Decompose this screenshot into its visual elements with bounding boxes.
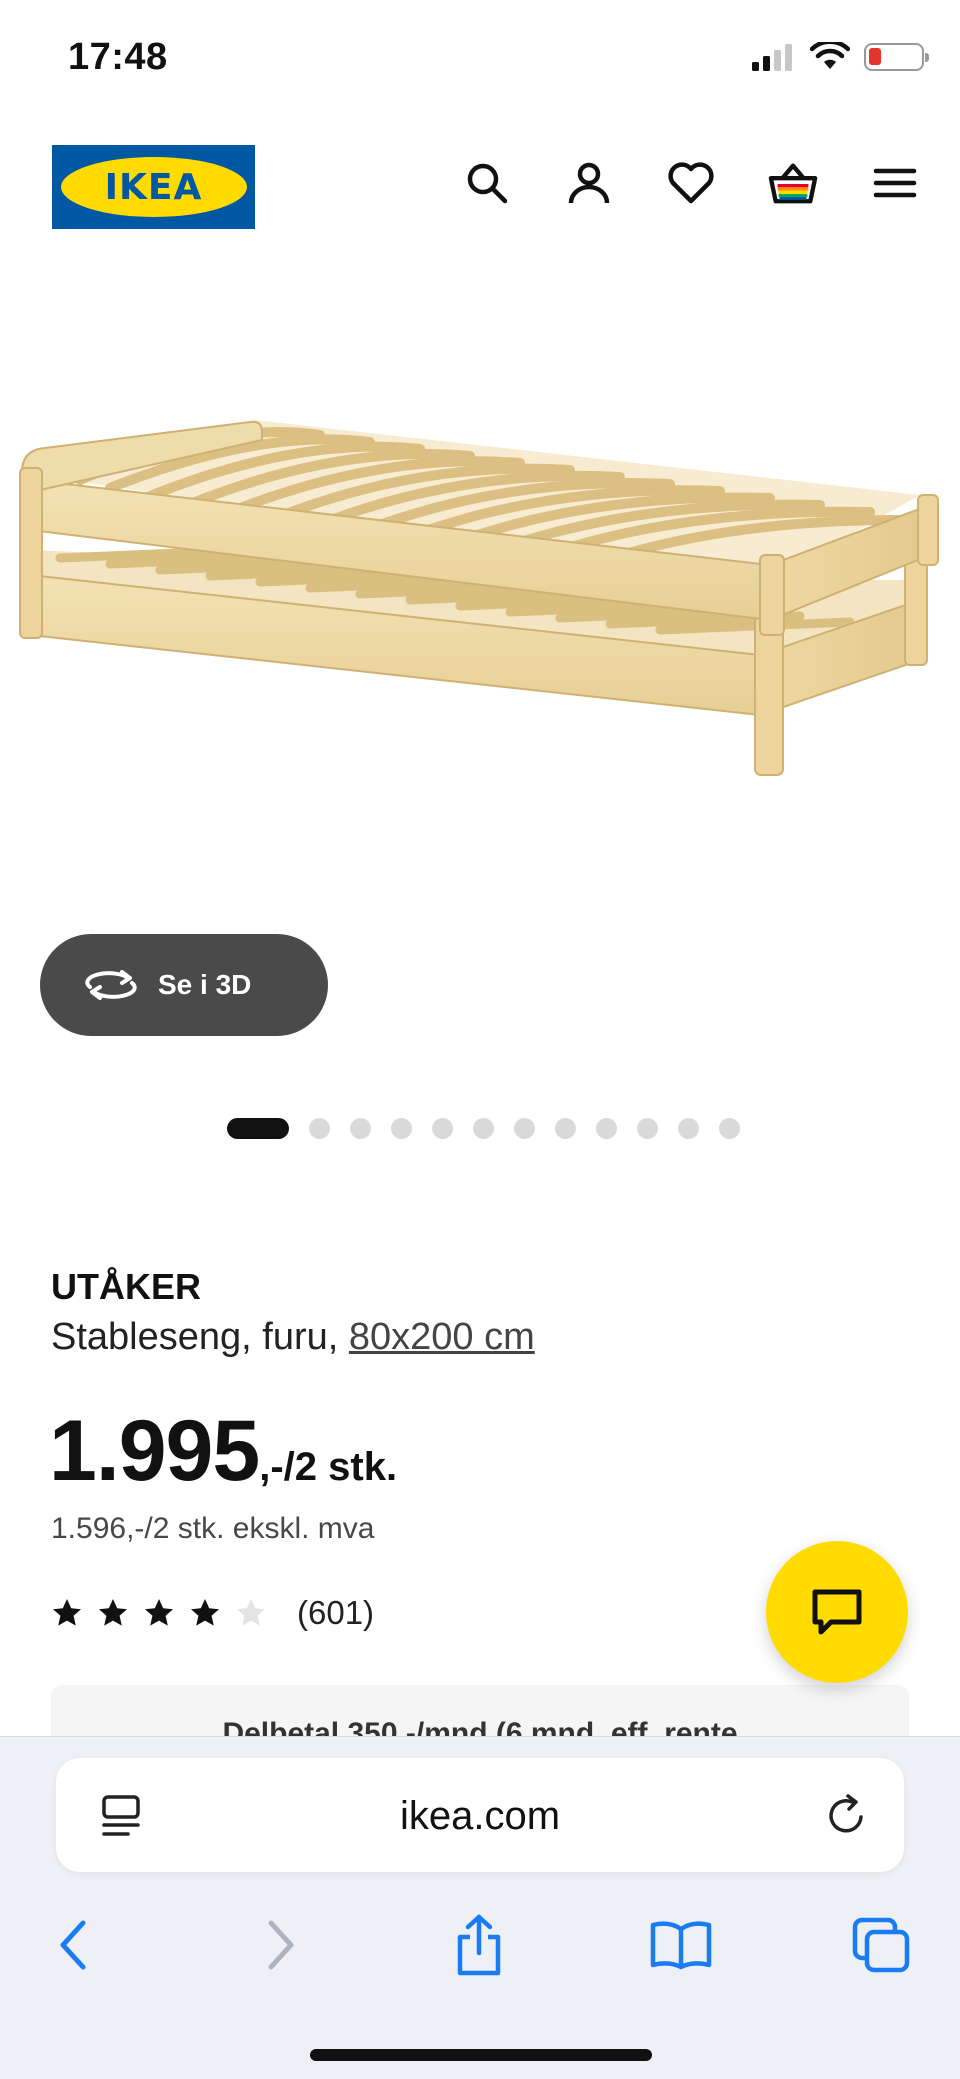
carousel-dot[interactable]: [636, 1118, 658, 1139]
review-count: (601): [297, 1594, 375, 1631]
status-time: 17:48: [68, 36, 168, 78]
view-in-3d-button[interactable]: Se i 3D: [40, 934, 328, 1036]
browser-toolbar: ikea.com: [0, 1736, 960, 2079]
carousel-dot[interactable]: [390, 1118, 412, 1139]
menu-icon: [873, 168, 917, 198]
view-in-3d-label: Se i 3D: [158, 969, 252, 1000]
price-suffix: ,-/2 stk.: [259, 1445, 398, 1489]
carousel-dot[interactable]: [595, 1118, 617, 1139]
star-filled-icon: [191, 1599, 219, 1626]
search-button[interactable]: [462, 158, 512, 208]
carousel-dot[interactable]: [677, 1118, 699, 1139]
forward-button[interactable]: [246, 1905, 316, 1985]
product-size-link[interactable]: 80x200 cm: [349, 1316, 535, 1358]
carousel-dot[interactable]: [431, 1118, 453, 1139]
ikea-logo[interactable]: IKEA: [52, 145, 255, 229]
home-indicator: [310, 2049, 652, 2061]
chat-icon: [812, 1589, 862, 1635]
rating-stars: [51, 1597, 267, 1629]
stacking-bed-image: [19, 420, 939, 776]
carousel-dot[interactable]: [554, 1118, 576, 1139]
status-bar: 17:48: [0, 0, 960, 118]
wifi-icon: [810, 42, 850, 69]
carousel-dot[interactable]: [513, 1118, 535, 1139]
carousel-dot[interactable]: [718, 1118, 740, 1139]
chevron-right-icon: [268, 1920, 294, 1970]
site-header: IKEA: [0, 118, 960, 258]
product-name: UTÅKER: [51, 1266, 201, 1307]
heart-icon: [668, 162, 714, 204]
reload-icon[interactable]: [824, 1792, 870, 1838]
book-icon: [650, 1921, 712, 1970]
address-bar[interactable]: ikea.com: [56, 1758, 904, 1872]
carousel-dot[interactable]: [349, 1118, 371, 1139]
carousel-pagination: [0, 1118, 960, 1139]
price-main: 1.995: [49, 1403, 260, 1499]
bookmarks-button[interactable]: [646, 1905, 716, 1985]
basket-button[interactable]: [768, 158, 818, 208]
chat-button[interactable]: [766, 1541, 908, 1683]
carousel-dot[interactable]: [308, 1118, 330, 1139]
rotate-3d-icon: [85, 970, 137, 1000]
star-filled-icon: [99, 1599, 127, 1626]
price: 1.995 ,-/2 stk.: [49, 1402, 397, 1501]
rating[interactable]: (601): [51, 1594, 374, 1632]
search-icon: [467, 163, 508, 204]
favourites-button[interactable]: [666, 158, 716, 208]
cellular-signal-icon: [752, 44, 792, 71]
product-description-text: Stableseng, furu,: [51, 1316, 349, 1358]
status-icons: [750, 42, 929, 72]
profile-icon: [568, 162, 610, 204]
url-text: ikea.com: [399, 1794, 561, 1838]
product-image[interactable]: [0, 380, 960, 900]
tabs-icon: [852, 1917, 910, 1973]
carousel-dot[interactable]: [226, 1118, 289, 1139]
share-icon: [457, 1914, 501, 1976]
star-filled-icon: [145, 1599, 173, 1626]
tabs-button[interactable]: [846, 1905, 916, 1985]
browser-nav-row: [0, 1905, 960, 1995]
logo-text: IKEA: [104, 166, 203, 208]
back-button[interactable]: [38, 1905, 108, 1985]
star-filled-icon: [53, 1599, 81, 1626]
battery-icon: [864, 43, 929, 71]
basket-icon: [768, 163, 818, 204]
header-icons: [462, 158, 920, 208]
star-empty-icon: [237, 1599, 265, 1626]
carousel-dot[interactable]: [472, 1118, 494, 1139]
share-button[interactable]: [444, 1905, 514, 1985]
chevron-left-icon: [60, 1920, 86, 1970]
price-ex-vat: 1.596,-/2 stk. ekskl. mva: [51, 1512, 375, 1545]
profile-button[interactable]: [564, 158, 614, 208]
menu-button[interactable]: [870, 158, 920, 208]
product-description: Stableseng, furu, 80x200 cm: [51, 1316, 535, 1359]
